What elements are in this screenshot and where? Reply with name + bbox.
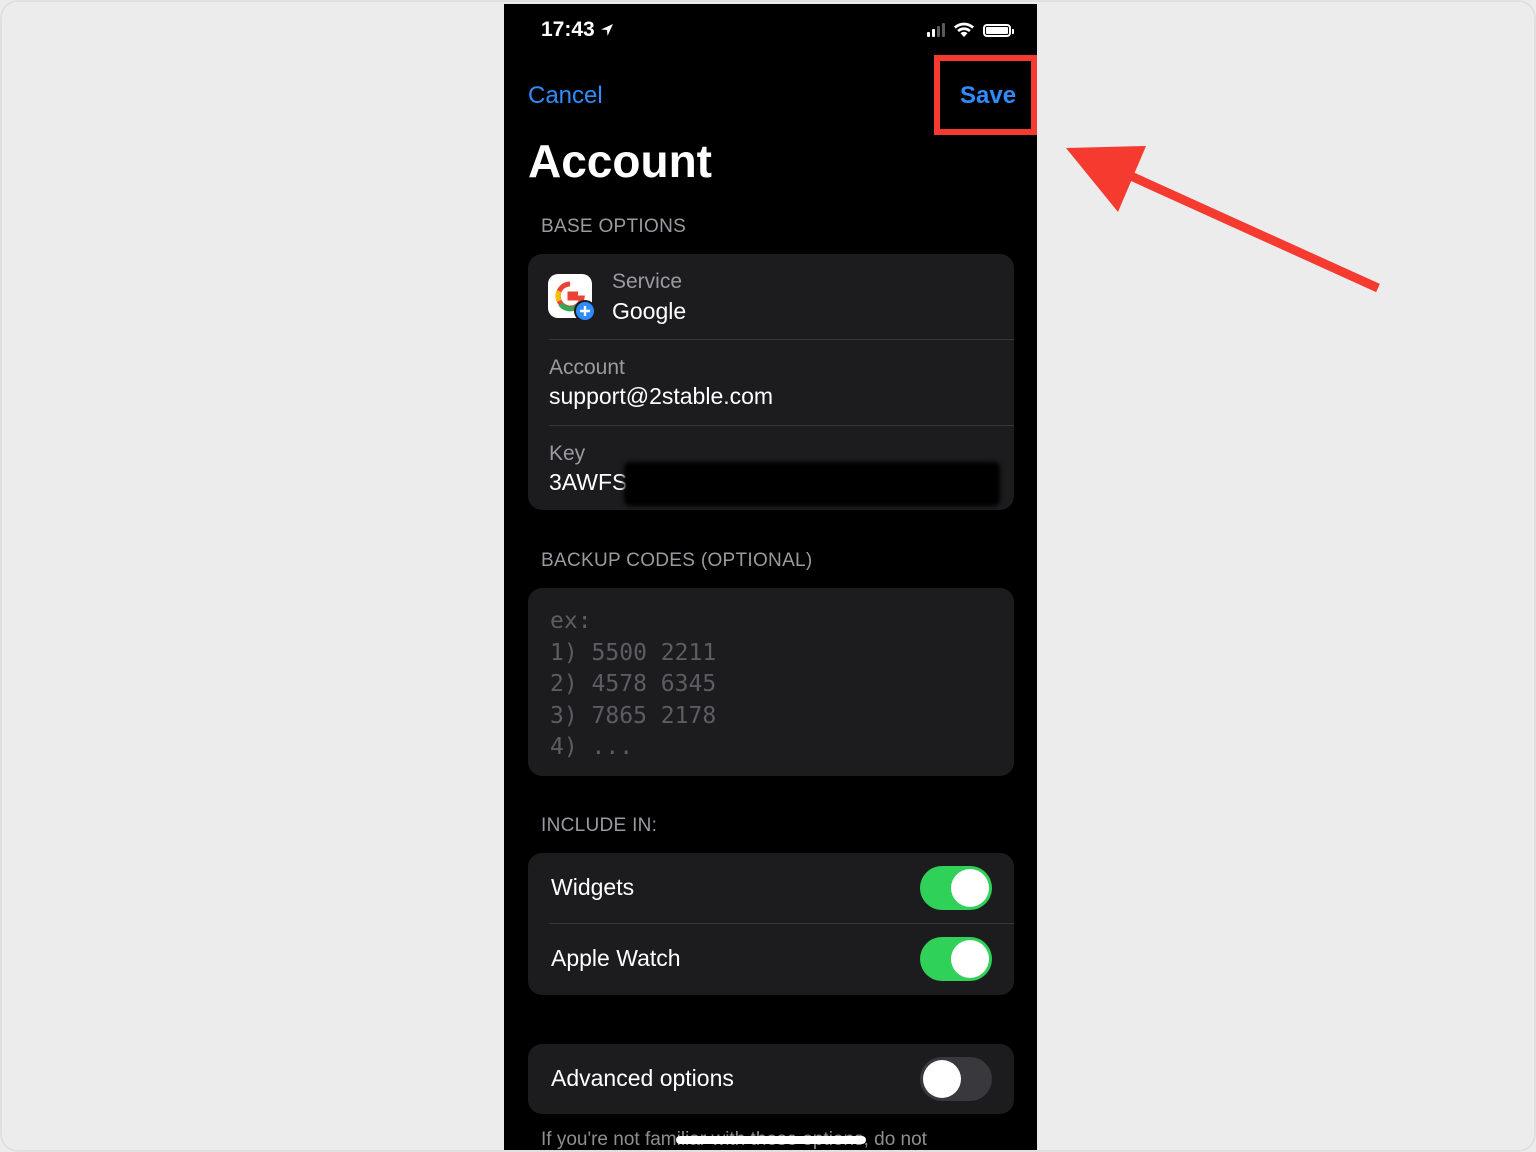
apple-watch-toggle[interactable] [920, 937, 992, 981]
page-title: Account [528, 135, 712, 187]
toggle-knob [951, 940, 989, 978]
save-highlight-box [934, 55, 1037, 135]
wifi-icon [954, 22, 974, 37]
service-label: Service [612, 270, 683, 293]
screenshot-frame: 17:43 Cancel Save Account BASE OPTIONS S… [0, 0, 1536, 1152]
annotation-arrow-icon [1066, 146, 1380, 293]
include-in-header: INCLUDE IN: [541, 815, 658, 836]
base-options-header: BASE OPTIONS [541, 216, 687, 237]
backup-codes-header: BACKUP CODES (OPTIONAL) [541, 550, 813, 571]
widgets-row: Widgets [528, 853, 1014, 923]
backup-codes-placeholder: ex: 1) 5500 2211 2) 4578 6345 3) 7865 21… [550, 608, 717, 760]
apple-watch-row: Apple Watch [528, 924, 1014, 995]
redacted-key-overlay [624, 462, 1000, 506]
toggle-knob [951, 869, 989, 907]
widgets-label: Widgets [551, 874, 635, 900]
account-label: Account [549, 356, 625, 379]
include-in-card: Widgets Apple Watch [528, 853, 1014, 995]
status-time-text: 17:43 [541, 18, 595, 41]
service-value: Google [612, 298, 687, 324]
advanced-options-label: Advanced options [551, 1065, 734, 1091]
service-row[interactable]: Service Google [528, 254, 1014, 339]
advanced-options-toggle[interactable] [920, 1057, 992, 1101]
cellular-signal-icon [927, 23, 945, 37]
google-add-icon [548, 274, 596, 322]
cancel-button[interactable]: Cancel [528, 82, 603, 110]
phone-screen: 17:43 Cancel Save Account BASE OPTIONS S… [504, 4, 1037, 1150]
status-icons [927, 22, 1014, 38]
status-time: 17:43 [541, 18, 615, 42]
widgets-toggle[interactable] [920, 866, 992, 910]
location-arrow-icon [600, 24, 613, 36]
advanced-options-card: Advanced options [528, 1044, 1014, 1114]
account-field[interactable]: support@2stable.com [549, 383, 773, 410]
battery-icon [983, 23, 1014, 37]
backup-codes-textarea[interactable]: ex: 1) 5500 2211 2) 4578 6345 3) 7865 21… [528, 588, 1014, 776]
key-label: Key [549, 442, 586, 465]
home-indicator [676, 1136, 866, 1144]
account-row[interactable]: Account support@2stable.com [528, 340, 1014, 425]
toggle-knob [923, 1060, 961, 1098]
key-field[interactable]: 3AWFS [549, 469, 627, 496]
apple-watch-label: Apple Watch [551, 945, 681, 971]
